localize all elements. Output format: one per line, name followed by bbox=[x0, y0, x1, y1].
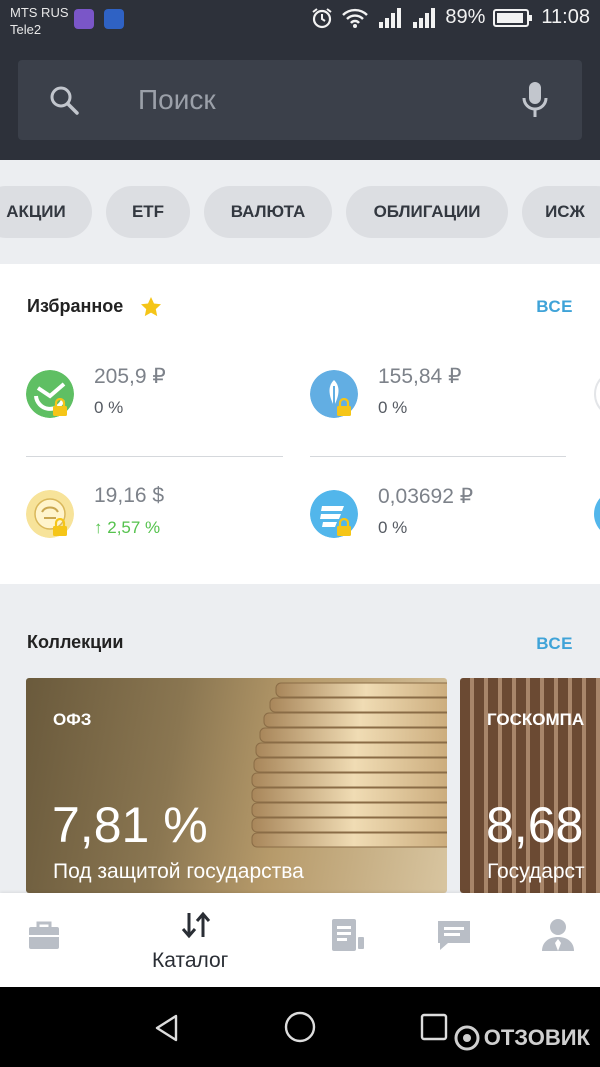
collection-subtitle: Государст bbox=[487, 860, 585, 883]
divider bbox=[310, 456, 566, 457]
favorites-section: Избранное ВСЕ 205,9 ₽ 0 % 155,84 ₽ 0 % 1… bbox=[0, 264, 600, 584]
divider bbox=[26, 456, 283, 457]
favorite-price: 155,84 ₽ bbox=[378, 365, 462, 388]
collections-title: Коллекции bbox=[27, 632, 124, 652]
battery-icon bbox=[493, 8, 533, 27]
email-notification-icon bbox=[104, 9, 124, 29]
lock-icon bbox=[337, 518, 351, 536]
category-chips: АКЦИИ ETF ВАЛЮТА ОБЛИГАЦИИ ИСЖ bbox=[0, 186, 600, 238]
favorites-title: Избранное bbox=[27, 296, 124, 316]
logo-icon bbox=[594, 370, 600, 418]
watermark-text: ОТЗОВИК bbox=[483, 1025, 590, 1050]
logo-icon bbox=[594, 490, 600, 538]
search-bar[interactable] bbox=[18, 60, 582, 140]
lock-icon bbox=[337, 398, 351, 416]
favorite-item[interactable]: 19,16 $ ↑ 2,57 % bbox=[26, 484, 286, 580]
favorite-item-partial[interactable] bbox=[594, 490, 600, 580]
briefcase-icon[interactable] bbox=[26, 917, 62, 953]
chip-bonds[interactable]: ОБЛИГАЦИИ bbox=[346, 186, 508, 238]
signal-icon-2 bbox=[413, 7, 436, 28]
arrow-up-icon: ↑ bbox=[94, 518, 108, 537]
carrier-name-1: MTS RUS bbox=[10, 5, 69, 20]
chip-currency[interactable]: ВАЛЮТА bbox=[204, 186, 332, 238]
favorite-change: 0 % bbox=[378, 518, 408, 537]
profile-icon[interactable] bbox=[540, 917, 576, 953]
watermark-logo-icon bbox=[454, 1025, 480, 1051]
collection-rate: 7,81 % bbox=[52, 797, 208, 853]
status-bar: MTS RUS Tele2 89% 11:08 bbox=[0, 0, 600, 44]
collection-subtitle: Под защитой государства bbox=[53, 860, 304, 883]
favorite-price: 19,16 $ bbox=[94, 484, 165, 507]
lock-icon bbox=[53, 518, 67, 536]
header: MTS RUS Tele2 89% 11:08 bbox=[0, 0, 600, 160]
chip-isz[interactable]: ИСЖ bbox=[522, 186, 600, 238]
carrier-name-2: Tele2 bbox=[10, 22, 42, 37]
lock-icon bbox=[53, 398, 67, 416]
chip-etf[interactable]: ETF bbox=[106, 186, 190, 238]
collection-label: ГОСКОМПА bbox=[487, 710, 585, 729]
battery-percent: 89% bbox=[445, 6, 486, 28]
favorite-item[interactable]: 0,03692 ₽ 0 % bbox=[310, 485, 570, 580]
favorite-price: 0,03692 ₽ bbox=[378, 485, 474, 508]
system-navigation-bar: ОТЗОВИК bbox=[0, 987, 600, 1067]
back-icon[interactable] bbox=[152, 1013, 182, 1043]
clock: 11:08 bbox=[541, 6, 590, 28]
recent-apps-icon[interactable] bbox=[420, 1013, 448, 1041]
favorite-change: 0 % bbox=[94, 398, 124, 417]
bottom-nav: Каталог bbox=[0, 893, 600, 987]
favorite-change: 0 % bbox=[378, 398, 408, 417]
search-icon[interactable] bbox=[48, 84, 80, 116]
carrier-info: MTS RUS Tele2 bbox=[10, 4, 69, 38]
search-input[interactable] bbox=[138, 76, 498, 124]
favorite-change: ↑ 2,57 % bbox=[94, 518, 160, 538]
favorites-all-link[interactable]: ВСЕ bbox=[536, 297, 573, 317]
collection-label: ОФЗ bbox=[53, 710, 92, 729]
chat-icon[interactable] bbox=[436, 917, 472, 953]
favorite-item[interactable]: 205,9 ₽ 0 % bbox=[26, 365, 286, 460]
sort-arrows-icon[interactable] bbox=[178, 907, 214, 943]
microphone-icon[interactable] bbox=[518, 80, 552, 120]
star-icon bbox=[141, 297, 161, 317]
favorite-price: 205,9 ₽ bbox=[94, 365, 166, 388]
favorite-change-value: 2,57 % bbox=[107, 518, 161, 537]
favorite-item[interactable]: 155,84 ₽ 0 % bbox=[310, 365, 570, 460]
gallery-notification-icon bbox=[74, 9, 94, 29]
signal-icon bbox=[379, 7, 402, 28]
document-icon[interactable] bbox=[330, 917, 366, 953]
chip-stocks[interactable]: АКЦИИ bbox=[0, 186, 92, 238]
alarm-icon bbox=[312, 7, 332, 28]
collection-card-state-companies[interactable]: ГОСКОМПА 8,68 Государст bbox=[460, 678, 600, 893]
nav-label-catalog: Каталог bbox=[152, 949, 229, 972]
favorite-item-partial[interactable] bbox=[594, 370, 600, 460]
collection-card-ofz[interactable]: ОФЗ 7,81 % Под защитой государства bbox=[26, 678, 447, 893]
wifi-icon bbox=[342, 8, 369, 28]
home-icon[interactable] bbox=[284, 1011, 316, 1043]
watermark: ОТЗОВИК bbox=[454, 1025, 590, 1051]
collection-rate: 8,68 bbox=[486, 797, 584, 853]
collections-all-link[interactable]: ВСЕ bbox=[536, 634, 573, 654]
